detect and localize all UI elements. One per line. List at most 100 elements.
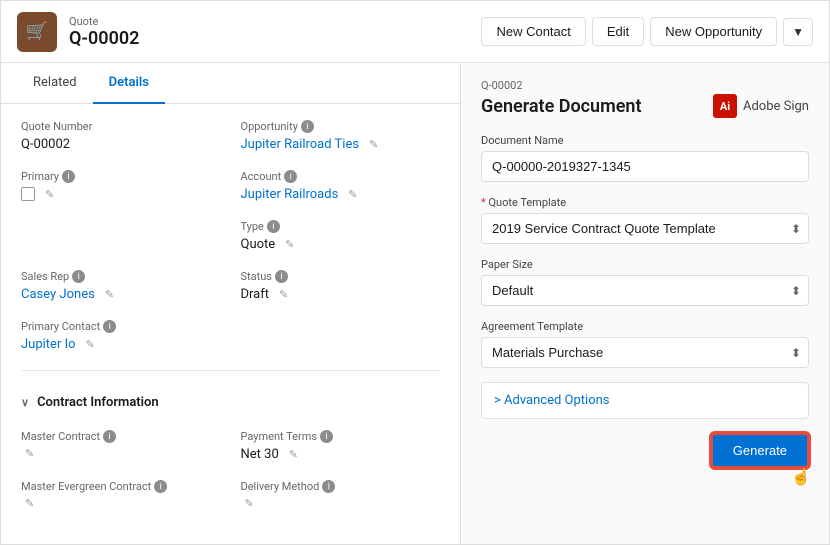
sales-rep-label: Sales Rep i <box>21 270 221 283</box>
master-evergreen-edit-icon[interactable]: ✎ <box>25 497 34 510</box>
paper-size-select-wrapper: DefaultLetterA4 <box>481 275 809 306</box>
master-contract-value: ✎ <box>21 445 221 462</box>
account-info-icon: i <box>284 170 297 183</box>
payment-terms-info-icon: i <box>320 430 333 443</box>
sales-rep-field: Sales Rep i Casey Jones ✎ <box>21 270 221 304</box>
header-left: 🛒 Quote Q-00002 <box>17 12 139 52</box>
account-field: Account i Jupiter Railroads ✎ <box>241 170 441 204</box>
type-edit-icon[interactable]: ✎ <box>285 238 294 251</box>
adobe-sign-label: Adobe Sign <box>743 99 809 114</box>
master-evergreen-value: ✎ <box>21 495 221 512</box>
account-edit-icon[interactable]: ✎ <box>348 188 357 201</box>
contract-section-header[interactable]: ∨ Contract Information <box>21 387 440 418</box>
status-field: Status i Draft ✎ <box>241 270 441 304</box>
payment-terms-field: Payment Terms i Net 30 ✎ <box>241 430 441 464</box>
status-value: Draft ✎ <box>241 285 441 304</box>
primary-info-icon: i <box>62 170 75 183</box>
opportunity-field: Opportunity i Jupiter Railroad Ties ✎ <box>241 120 441 154</box>
primary-contact-field: Primary Contact i Jupiter Io ✎ <box>21 320 221 354</box>
quote-template-select-wrapper: 2019 Service Contract Quote TemplateStan… <box>481 213 809 244</box>
delivery-method-info-icon: i <box>322 480 335 493</box>
doc-title: Generate Document <box>481 96 642 117</box>
adobe-badge: Ai Adobe Sign <box>713 94 809 118</box>
payment-terms-value: Net 30 ✎ <box>241 445 441 464</box>
primary-checkbox-row: ✎ <box>21 185 221 203</box>
sales-rep-info-icon: i <box>72 270 85 283</box>
divider-1 <box>21 370 440 371</box>
tabs: Related Details <box>1 63 460 104</box>
header-title-block: Quote Q-00002 <box>69 15 139 49</box>
doc-title-row: Generate Document Ai Adobe Sign <box>481 94 809 118</box>
agreement-template-select-wrapper: Materials PurchaseService AgreementNone <box>481 337 809 368</box>
header-title: Q-00002 <box>69 28 139 49</box>
quote-template-field: Quote Template 2019 Service Contract Quo… <box>481 196 809 244</box>
doc-name-field: Document Name <box>481 134 809 182</box>
dropdown-button[interactable]: ▼ <box>783 18 813 46</box>
generate-button[interactable]: Generate <box>711 433 809 468</box>
doc-header: Q-00002 Generate Document Ai Adobe Sign <box>481 79 809 118</box>
primary-contact-value[interactable]: Jupiter Io ✎ <box>21 335 221 354</box>
master-evergreen-label: Master Evergreen Contract i <box>21 480 221 493</box>
quote-number-field: Quote Number Q-00002 <box>21 120 221 154</box>
sales-rep-value[interactable]: Casey Jones ✎ <box>21 285 221 304</box>
type-label: Type i <box>241 220 441 233</box>
status-info-icon: i <box>275 270 288 283</box>
form-row-1: Quote Number Q-00002 Opportunity i Jupit… <box>21 120 440 154</box>
paper-size-field: Paper Size DefaultLetterA4 <box>481 258 809 306</box>
new-opportunity-button[interactable]: New Opportunity <box>650 17 777 46</box>
empty-col-5 <box>241 320 441 354</box>
opportunity-edit-icon[interactable]: ✎ <box>369 138 378 151</box>
primary-checkbox[interactable] <box>21 187 35 201</box>
adobe-icon: Ai <box>713 94 737 118</box>
master-evergreen-field: Master Evergreen Contract i ✎ <box>21 480 221 512</box>
edit-button[interactable]: Edit <box>592 17 644 46</box>
paper-size-select[interactable]: DefaultLetterA4 <box>481 275 809 306</box>
new-contact-button[interactable]: New Contact <box>481 17 585 46</box>
agreement-template-select[interactable]: Materials PurchaseService AgreementNone <box>481 337 809 368</box>
agreement-template-field: Agreement Template Materials PurchaseSer… <box>481 320 809 368</box>
form-row-7: Master Evergreen Contract i ✎ Delivery M… <box>21 480 440 512</box>
contract-chevron-icon: ∨ <box>21 396 29 409</box>
master-contract-edit-icon[interactable]: ✎ <box>25 447 34 460</box>
header-subtitle: Quote <box>69 15 139 28</box>
payment-terms-edit-icon[interactable]: ✎ <box>289 448 298 461</box>
status-edit-icon[interactable]: ✎ <box>279 288 288 301</box>
doc-id: Q-00002 <box>481 79 809 92</box>
opportunity-value[interactable]: Jupiter Railroad Ties ✎ <box>241 135 441 154</box>
primary-contact-label: Primary Contact i <box>21 320 221 333</box>
primary-edit-icon[interactable]: ✎ <box>45 188 54 201</box>
opportunity-info-icon: i <box>301 120 314 133</box>
generate-row: Generate ☝ <box>481 433 809 468</box>
primary-field: Primary i ✎ <box>21 170 221 204</box>
primary-contact-edit-icon[interactable]: ✎ <box>86 338 95 351</box>
advanced-options-button[interactable]: > Advanced Options <box>481 382 809 419</box>
type-field: Type i Quote ✎ <box>241 220 441 254</box>
right-panel: Q-00002 Generate Document Ai Adobe Sign … <box>461 63 829 544</box>
master-contract-field: Master Contract i ✎ <box>21 430 221 464</box>
cursor-icon: ☝ <box>791 467 811 486</box>
account-label: Account i <box>241 170 441 183</box>
form-row-2: Primary i ✎ Account i <box>21 170 440 204</box>
sales-rep-edit-icon[interactable]: ✎ <box>105 288 114 301</box>
delivery-method-edit-icon[interactable]: ✎ <box>245 497 254 510</box>
doc-name-input[interactable] <box>481 151 809 182</box>
master-contract-info-icon: i <box>103 430 116 443</box>
master-contract-label: Master Contract i <box>21 430 221 443</box>
form-row-6: Master Contract i ✎ Payment Terms i <box>21 430 440 464</box>
tab-related[interactable]: Related <box>17 63 93 104</box>
quote-number-value: Q-00002 <box>21 135 221 154</box>
quote-template-select[interactable]: 2019 Service Contract Quote TemplateStan… <box>481 213 809 244</box>
account-value[interactable]: Jupiter Railroads ✎ <box>241 185 441 204</box>
quote-number-label: Quote Number <box>21 120 221 133</box>
agreement-template-label: Agreement Template <box>481 320 809 333</box>
type-value: Quote ✎ <box>241 235 441 254</box>
page-wrapper: 🛒 Quote Q-00002 New Contact Edit New Opp… <box>0 0 830 545</box>
form-area: Quote Number Q-00002 Opportunity i Jupit… <box>1 104 460 544</box>
advanced-options-label: > Advanced Options <box>494 393 610 408</box>
header-actions: New Contact Edit New Opportunity ▼ <box>481 17 813 46</box>
doc-name-label: Document Name <box>481 134 809 147</box>
tab-details[interactable]: Details <box>93 63 165 104</box>
opportunity-label: Opportunity i <box>241 120 441 133</box>
primary-contact-info-icon: i <box>103 320 116 333</box>
form-row-3: Type i Quote ✎ <box>21 220 440 254</box>
